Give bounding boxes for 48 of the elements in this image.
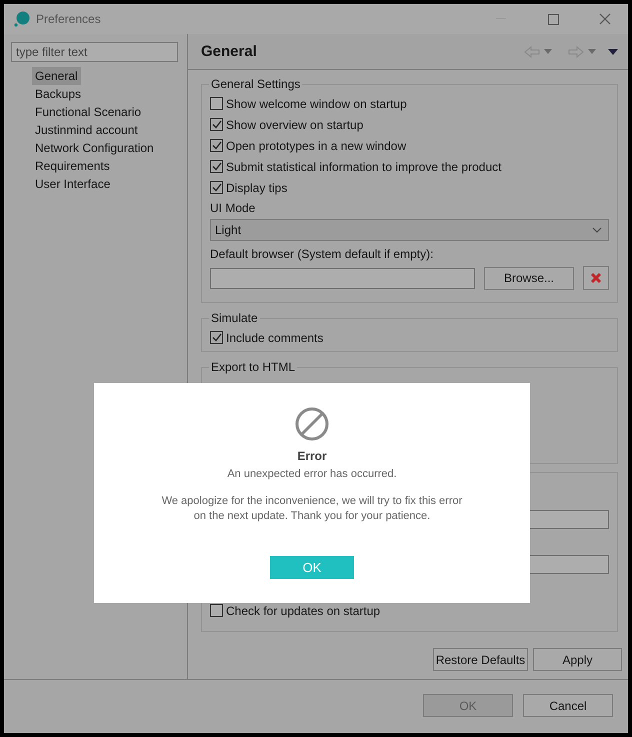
clear-button[interactable] [583, 266, 609, 290]
close-icon [599, 13, 611, 25]
nav-item[interactable]: Requirements [32, 157, 113, 175]
nav-item[interactable]: Functional Scenario [32, 103, 144, 121]
window-title: Preferences [36, 12, 102, 26]
error-details: We apologize for the inconvenience, we will try to fix this error on the next update. Thank you for your patience. [162, 494, 462, 524]
nav-item[interactable]: General [32, 67, 81, 85]
checkbox-label: Open prototypes in a new window [226, 138, 406, 152]
error-title: Error [297, 449, 327, 463]
nav-item[interactable]: User Interface [32, 175, 114, 193]
checkbox-label: Check for updates on startup [226, 604, 380, 618]
nav-item[interactable]: Justinmind account [32, 121, 141, 139]
nav-item[interactable]: Network Configuration [32, 139, 157, 157]
browser-path-field[interactable] [210, 268, 475, 288]
checkbox-label: Show overview on startup [226, 118, 364, 132]
menu-caret-icon[interactable] [608, 48, 618, 54]
field-label: Default browser (System default if empty): [210, 246, 434, 263]
checkbox[interactable] [210, 331, 223, 344]
checkbox-label: Show welcome window on startup [226, 96, 407, 110]
checkbox-label: Display tips [226, 180, 288, 194]
page-title: General [201, 43, 258, 60]
checkbox[interactable] [210, 97, 223, 110]
checkbox[interactable] [210, 118, 223, 131]
browse-button[interactable]: Browse... [484, 266, 574, 290]
checkbox-label: Submit statistical information to improve the product [226, 160, 502, 174]
group-title: Simulate [210, 311, 259, 325]
field-label: UI Mode [210, 200, 256, 217]
dialog-button[interactable]: Cancel [523, 694, 613, 717]
maximize-icon [548, 14, 558, 24]
caret-icon[interactable] [588, 49, 596, 54]
clear-icon [590, 272, 602, 284]
checkbox[interactable] [210, 604, 223, 617]
chevron-down-icon [592, 227, 602, 233]
error-message: An unexpected error has occurred. [227, 468, 397, 480]
app-logo-icon [14, 11, 30, 27]
checkbox[interactable] [210, 181, 223, 194]
checkbox[interactable] [210, 160, 223, 173]
prohibited-icon [295, 407, 329, 441]
caret-icon[interactable] [544, 49, 552, 54]
nav-item[interactable]: Backups [32, 85, 84, 103]
checkbox-label: Include comments [226, 330, 324, 344]
filter-field[interactable]: type filter text [11, 42, 178, 62]
ui-mode-dropdown[interactable]: Light [210, 219, 609, 241]
restore-defaults-button[interactable]: Restore Defaults [433, 648, 528, 671]
apply-button[interactable]: Apply [533, 648, 622, 671]
group-title: General Settings [210, 77, 302, 91]
checkbox[interactable] [210, 139, 223, 152]
group-title: Export to HTML [210, 360, 296, 374]
